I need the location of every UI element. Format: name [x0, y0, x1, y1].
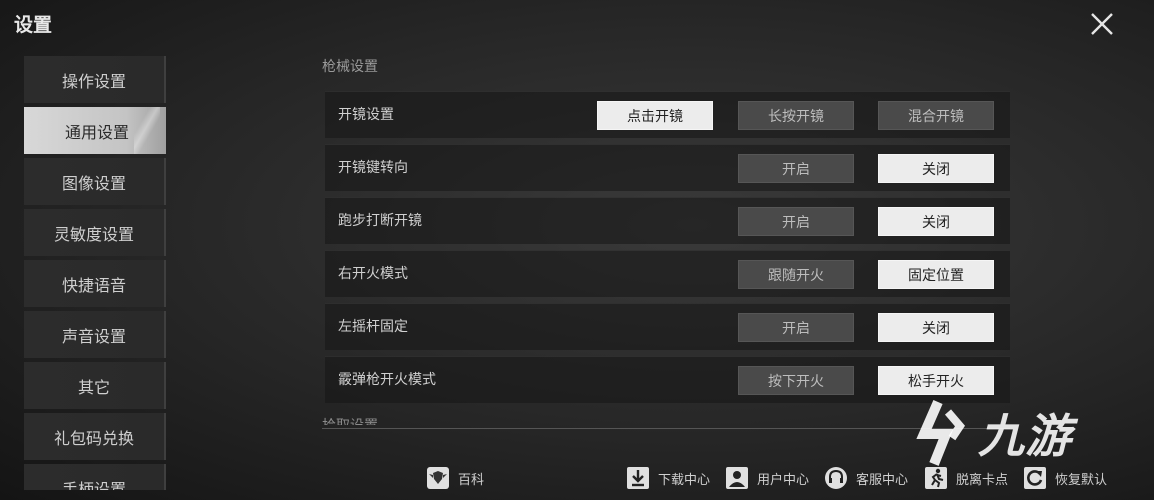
settings-sidebar: 操作设置 通用设置 图像设置 灵敏度设置 快捷语音 声音设置 其它 礼包码兑换 …: [24, 56, 166, 490]
section-title-pickup: 拾取设置: [322, 413, 378, 425]
user-center-label: 用户中心: [757, 472, 810, 488]
setting-row-left-joystick: 左摇杆固定 开启 关闭: [325, 303, 1010, 350]
option-release-fire[interactable]: 松手开火: [878, 366, 994, 395]
option-press-fire[interactable]: 按下开火: [738, 366, 854, 395]
option-follow-fire[interactable]: 跟随开火: [738, 260, 854, 289]
download-icon: [626, 466, 650, 490]
nine-game-watermark: 九游: [908, 398, 1120, 468]
setting-row-scope: 开镜设置 点击开镜 长按开镜 混合开镜: [325, 91, 1010, 138]
nine-game-logo-icon: [916, 399, 966, 466]
sidebar-item-sensitivity[interactable]: 灵敏度设置: [24, 209, 166, 256]
headset-icon: [824, 466, 848, 490]
user-center-button[interactable]: 用户中心: [725, 464, 809, 492]
download-center-button[interactable]: 下载中心: [626, 464, 710, 492]
setting-label: 跑步打断开镜: [338, 213, 422, 229]
settings-rows: 开镜设置 点击开镜 长按开镜 混合开镜 开镜键转向 开启 关闭 跑步打断开镜 开…: [325, 91, 1010, 409]
setting-label: 霰弹枪开火模式: [338, 372, 436, 388]
setting-label: 开镜设置: [338, 107, 394, 123]
option-on[interactable]: 开启: [738, 154, 854, 183]
option-fixed-position[interactable]: 固定位置: [878, 260, 994, 289]
sidebar-item-gamepad[interactable]: 手柄设置: [24, 464, 166, 490]
option-off[interactable]: 关闭: [878, 154, 994, 183]
unstuck-label: 脱离卡点: [956, 472, 1009, 488]
window-title: 设置: [14, 14, 53, 36]
customer-service-label: 客服中心: [856, 472, 909, 488]
sidebar-item-controls[interactable]: 操作设置: [24, 56, 166, 103]
setting-row-right-fire: 右开火模式 跟随开火 固定位置: [325, 250, 1010, 297]
option-tap-scope[interactable]: 点击开镜: [597, 101, 713, 130]
unstuck-button[interactable]: 脱离卡点: [924, 464, 1008, 492]
user-icon: [725, 466, 749, 490]
sidebar-item-general[interactable]: 通用设置: [24, 107, 166, 154]
option-on[interactable]: 开启: [738, 313, 854, 342]
setting-label: 开镜键转向: [338, 160, 408, 176]
running-man-icon: [924, 466, 948, 490]
sidebar-item-sound[interactable]: 声音设置: [24, 311, 166, 358]
customer-service-button[interactable]: 客服中心: [824, 464, 908, 492]
sidebar-item-graphics[interactable]: 图像设置: [24, 158, 166, 205]
sidebar-item-gift-code[interactable]: 礼包码兑换: [24, 413, 166, 460]
reset-default-label: 恢复默认: [1055, 472, 1108, 488]
download-center-label: 下载中心: [658, 472, 711, 488]
setting-label: 左摇杆固定: [338, 319, 408, 335]
sidebar-item-other[interactable]: 其它: [24, 362, 166, 409]
option-off[interactable]: 关闭: [878, 207, 994, 236]
setting-label: 右开火模式: [338, 266, 408, 282]
setting-row-shotgun-fire: 霰弹枪开火模式 按下开火 松手开火: [325, 356, 1010, 403]
setting-row-scope-turn: 开镜键转向 开启 关闭: [325, 144, 1010, 191]
setting-row-run-interrupt: 跑步打断开镜 开启 关闭: [325, 197, 1010, 244]
option-off[interactable]: 关闭: [878, 313, 994, 342]
option-on[interactable]: 开启: [738, 207, 854, 236]
reset-default-button[interactable]: 恢复默认: [1023, 464, 1107, 492]
sidebar-item-quick-voice[interactable]: 快捷语音: [24, 260, 166, 307]
section-divider: [322, 428, 1010, 429]
close-button[interactable]: [1084, 6, 1120, 42]
option-hold-scope[interactable]: 长按开镜: [738, 101, 854, 130]
option-mixed-scope[interactable]: 混合开镜: [878, 101, 994, 130]
watermark-text: 九游: [978, 409, 1072, 463]
shield-wings-icon: [426, 466, 450, 490]
wiki-button[interactable]: 百科: [426, 464, 484, 492]
refresh-icon: [1023, 466, 1047, 490]
section-title-weapon: 枪械设置: [322, 59, 378, 75]
close-icon: [1091, 13, 1113, 35]
wiki-label: 百科: [458, 472, 485, 488]
